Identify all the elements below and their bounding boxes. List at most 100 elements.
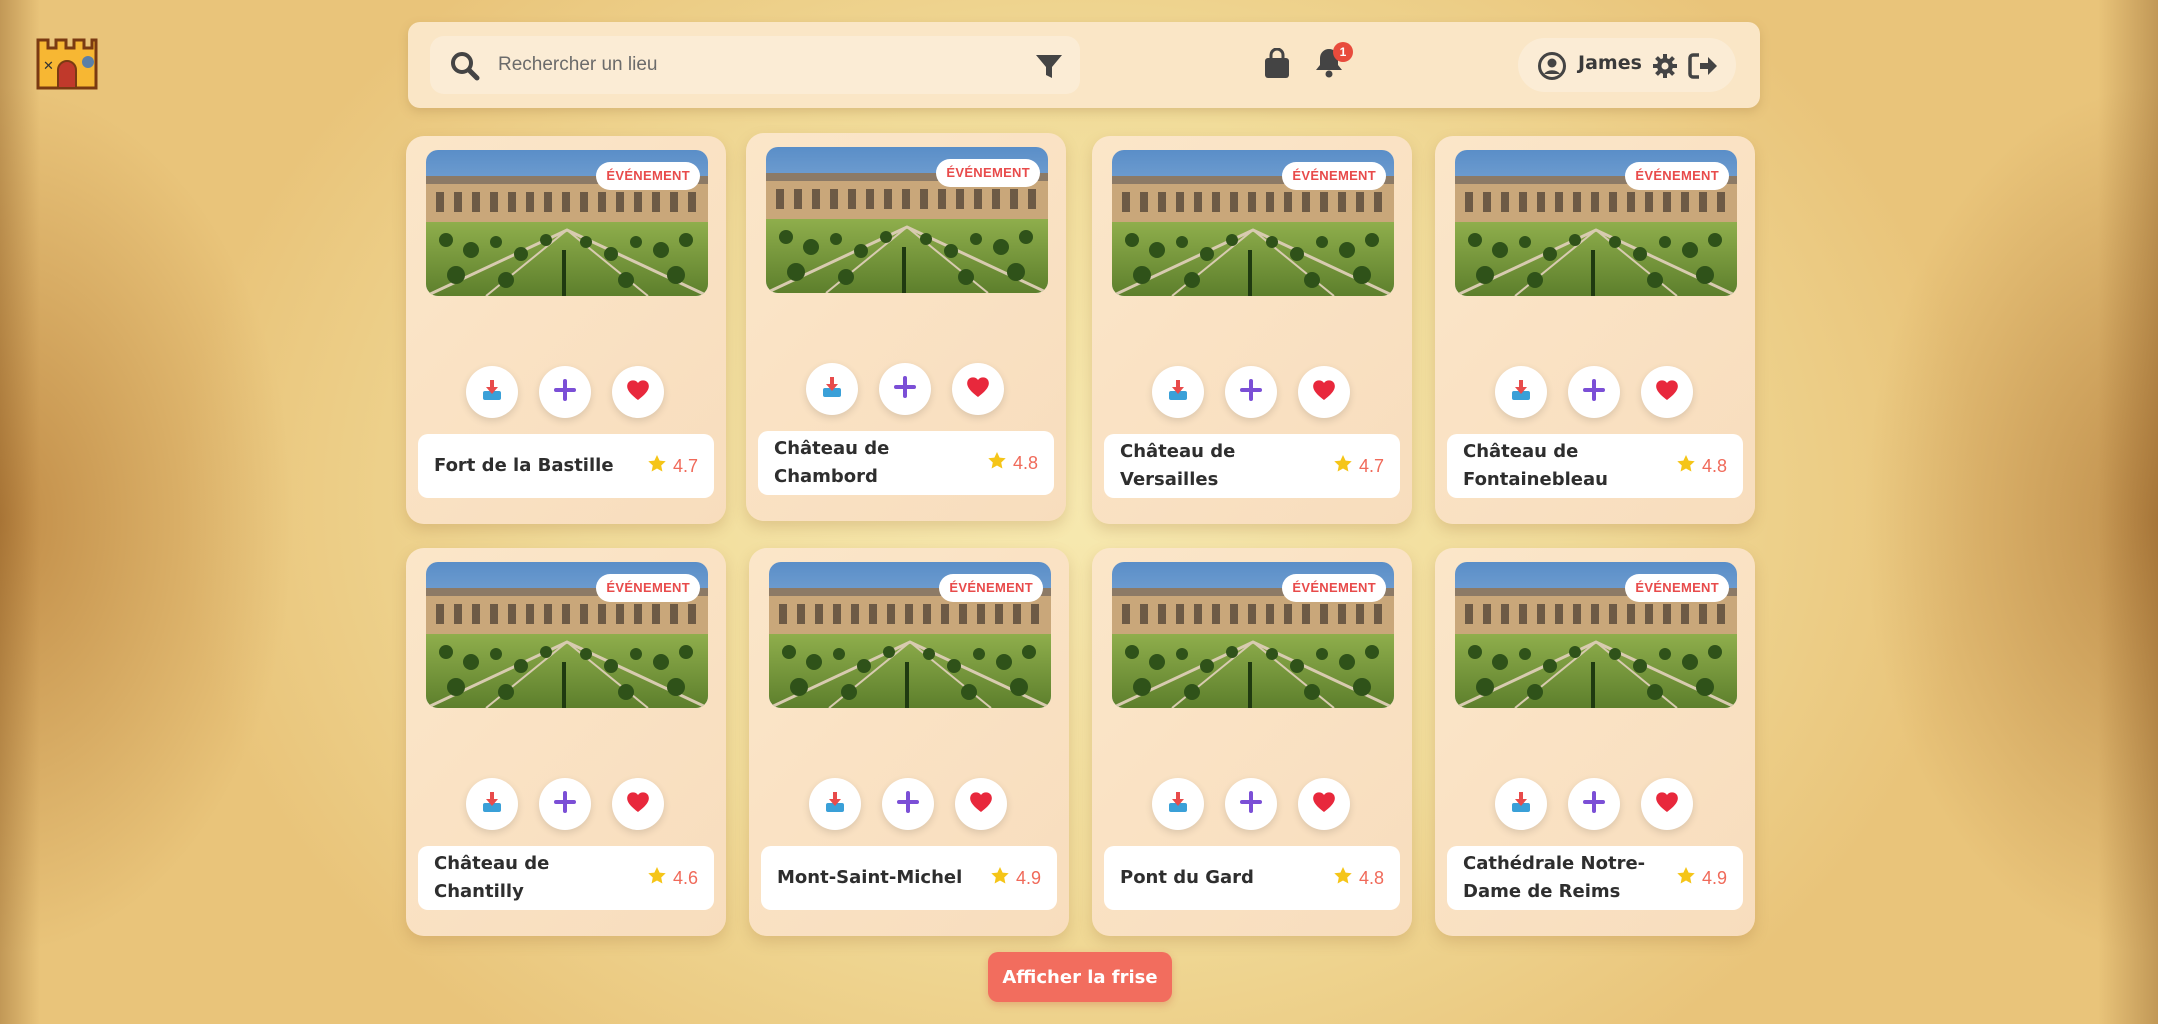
place-image[interactable]: ÉVÉNEMENT xyxy=(426,562,708,708)
search-input[interactable] xyxy=(498,46,978,84)
rating-value: 4.9 xyxy=(1015,867,1041,888)
place-title[interactable]: Château de Fontainebleau xyxy=(1463,438,1663,494)
card-actions xyxy=(406,366,726,418)
show-timeline-button[interactable]: Afficher la frise xyxy=(988,952,1172,1002)
rating-value: 4.7 xyxy=(1358,455,1384,476)
place-card[interactable]: ÉVÉNEMENT Château de Chantilly 4.6 xyxy=(406,548,726,936)
place-info: Mont-Saint-Michel 4.9 xyxy=(761,846,1057,910)
event-badge: ÉVÉNEMENT xyxy=(1625,162,1729,190)
filter-icon[interactable] xyxy=(1034,52,1064,82)
star-icon xyxy=(1676,866,1696,890)
download-icon xyxy=(823,790,847,818)
place-image[interactable]: ÉVÉNEMENT xyxy=(769,562,1051,708)
place-image[interactable]: ÉVÉNEMENT xyxy=(426,150,708,296)
place-card[interactable]: ÉVÉNEMENT Fort de la Bastille 4.7 xyxy=(406,136,726,524)
event-badge: ÉVÉNEMENT xyxy=(596,162,700,190)
top-bar: 1 James xyxy=(408,22,1760,108)
plus-icon xyxy=(1238,789,1264,819)
place-title[interactable]: Pont du Gard xyxy=(1120,864,1320,892)
place-card[interactable]: ÉVÉNEMENT Mont-Saint-Michel 4.9 xyxy=(749,548,1069,936)
add-button[interactable] xyxy=(879,363,931,415)
download-button[interactable] xyxy=(809,778,861,830)
place-card[interactable]: ÉVÉNEMENT Pont du Gard 4.8 xyxy=(1092,548,1412,936)
download-icon xyxy=(480,790,504,818)
add-button[interactable] xyxy=(539,366,591,418)
favorite-button[interactable] xyxy=(612,366,664,418)
place-title[interactable]: Fort de la Bastille xyxy=(434,452,634,480)
favorite-button[interactable] xyxy=(1298,778,1350,830)
event-badge: ÉVÉNEMENT xyxy=(596,574,700,602)
search-icon[interactable] xyxy=(450,51,480,81)
favorite-button[interactable] xyxy=(952,363,1004,415)
event-badge: ÉVÉNEMENT xyxy=(936,159,1040,187)
place-card[interactable]: ÉVÉNEMENT Château de Fontainebleau 4.8 xyxy=(1435,136,1755,524)
place-rating: 4.9 xyxy=(990,866,1041,890)
place-rating: 4.7 xyxy=(1333,454,1384,478)
place-image[interactable]: ÉVÉNEMENT xyxy=(766,147,1048,293)
card-actions xyxy=(1092,778,1412,830)
event-badge: ÉVÉNEMENT xyxy=(939,574,1043,602)
card-actions xyxy=(749,778,1069,830)
shopping-bag-icon[interactable] xyxy=(1263,47,1291,80)
place-card[interactable]: ÉVÉNEMENT Cathédrale Notre-Dame de Reims… xyxy=(1435,548,1755,936)
add-button[interactable] xyxy=(539,778,591,830)
star-icon xyxy=(990,866,1010,890)
logout-icon[interactable] xyxy=(1688,52,1718,80)
castle-logo-icon[interactable]: ✕ xyxy=(32,30,102,92)
heart-icon xyxy=(1654,790,1680,818)
plus-icon xyxy=(1581,789,1607,819)
place-info: Château de Chambord 4.8 xyxy=(758,431,1054,495)
place-info: Pont du Gard 4.8 xyxy=(1104,846,1400,910)
favorite-button[interactable] xyxy=(1641,778,1693,830)
favorite-button[interactable] xyxy=(1298,366,1350,418)
download-button[interactable] xyxy=(806,363,858,415)
star-icon xyxy=(1676,454,1696,478)
place-card[interactable]: ÉVÉNEMENT Château de Versailles 4.7 xyxy=(1092,136,1412,524)
place-title[interactable]: Château de Chambord xyxy=(774,435,974,491)
place-card[interactable]: ÉVÉNEMENT Château de Chambord 4.8 xyxy=(746,133,1066,521)
notification-badge: 1 xyxy=(1333,42,1353,62)
favorite-button[interactable] xyxy=(955,778,1007,830)
place-title[interactable]: Cathédrale Notre-Dame de Reims xyxy=(1463,850,1663,906)
place-rating: 4.8 xyxy=(1333,866,1384,890)
download-button[interactable] xyxy=(466,366,518,418)
download-button[interactable] xyxy=(1152,778,1204,830)
download-button[interactable] xyxy=(1152,366,1204,418)
plus-icon xyxy=(552,377,578,407)
rating-value: 4.7 xyxy=(672,455,698,476)
add-button[interactable] xyxy=(1568,366,1620,418)
star-icon xyxy=(647,866,667,890)
download-button[interactable] xyxy=(1495,366,1547,418)
place-info: Cathédrale Notre-Dame de Reims 4.9 xyxy=(1447,846,1743,910)
place-image[interactable]: ÉVÉNEMENT xyxy=(1112,562,1394,708)
download-button[interactable] xyxy=(1495,778,1547,830)
place-image[interactable]: ÉVÉNEMENT xyxy=(1455,562,1737,708)
favorite-button[interactable] xyxy=(1641,366,1693,418)
place-title[interactable]: Mont-Saint-Michel xyxy=(777,864,977,892)
heart-icon xyxy=(1311,790,1337,818)
gear-icon[interactable] xyxy=(1652,53,1678,79)
plus-icon xyxy=(892,374,918,404)
place-title[interactable]: Château de Versailles xyxy=(1120,438,1320,494)
rating-value: 4.8 xyxy=(1358,867,1384,888)
card-actions xyxy=(1435,366,1755,418)
user-menu[interactable]: James xyxy=(1518,38,1736,92)
place-info: Fort de la Bastille 4.7 xyxy=(418,434,714,498)
rating-value: 4.8 xyxy=(1701,455,1727,476)
heart-icon xyxy=(1311,378,1337,406)
place-image[interactable]: ÉVÉNEMENT xyxy=(1112,150,1394,296)
add-button[interactable] xyxy=(1568,778,1620,830)
download-icon xyxy=(1509,790,1533,818)
place-image[interactable]: ÉVÉNEMENT xyxy=(1455,150,1737,296)
download-button[interactable] xyxy=(466,778,518,830)
add-button[interactable] xyxy=(1225,778,1277,830)
place-rating: 4.8 xyxy=(1676,454,1727,478)
place-title[interactable]: Château de Chantilly xyxy=(434,850,634,906)
card-actions xyxy=(1092,366,1412,418)
add-button[interactable] xyxy=(882,778,934,830)
add-button[interactable] xyxy=(1225,366,1277,418)
place-rating: 4.6 xyxy=(647,866,698,890)
user-circle-icon xyxy=(1538,52,1566,80)
download-icon xyxy=(480,378,504,406)
favorite-button[interactable] xyxy=(612,778,664,830)
